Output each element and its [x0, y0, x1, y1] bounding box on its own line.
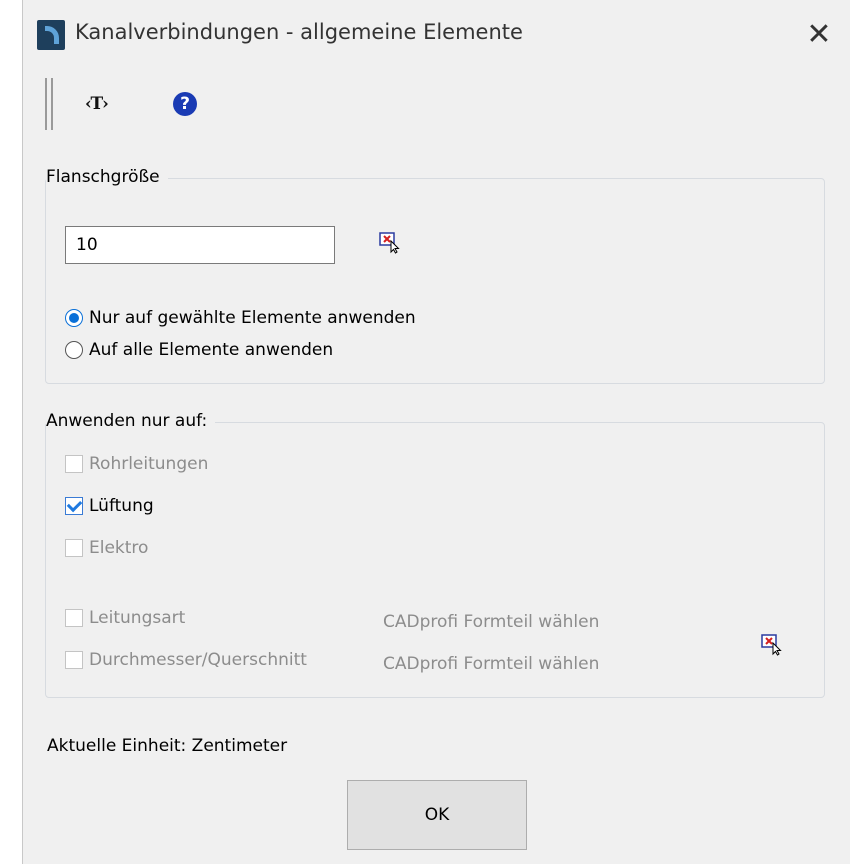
- checkbox-label: Elektro: [89, 538, 149, 558]
- flange-size-legend: Flanschgröße: [46, 167, 168, 187]
- pick-element-icon[interactable]: [761, 632, 783, 656]
- close-button[interactable]: ✕: [801, 16, 837, 52]
- window-title: Kanalverbindungen - allgemeine Elemente: [75, 20, 523, 44]
- checkbox-lueftung[interactable]: Lüftung: [65, 496, 154, 516]
- dialog-window: Kanalverbindungen - allgemeine Elemente …: [22, 0, 850, 864]
- pick-element-icon[interactable]: [379, 230, 401, 254]
- durchmesser-value: CADprofi Formteil wählen: [383, 654, 600, 674]
- flange-size-input[interactable]: [65, 226, 335, 264]
- checkbox[interactable]: [65, 455, 83, 473]
- leitungsart-value: CADprofi Formteil wählen: [383, 612, 600, 632]
- ok-button[interactable]: OK: [347, 780, 527, 850]
- checkbox[interactable]: [65, 539, 83, 557]
- apply-only-legend: Anwenden nur auf:: [46, 411, 216, 431]
- radio-selected-only[interactable]: Nur auf gewählte Elemente anwenden: [65, 308, 416, 328]
- checkbox[interactable]: [65, 651, 83, 669]
- checkbox-label: Rohrleitungen: [89, 454, 209, 474]
- checkbox-durchmesser[interactable]: Durchmesser/Querschnitt: [65, 650, 307, 670]
- radio-label: Nur auf gewählte Elemente anwenden: [89, 308, 416, 328]
- current-unit-label: Aktuelle Einheit: Zentimeter: [47, 736, 288, 756]
- radio-button[interactable]: [65, 309, 83, 327]
- checkbox-label: Durchmesser/Querschnitt: [89, 650, 307, 670]
- checkbox-leitungsart[interactable]: Leitungsart: [65, 608, 185, 628]
- radio-button[interactable]: [65, 341, 83, 359]
- help-icon[interactable]: ?: [173, 92, 197, 116]
- text-tool-button[interactable]: ‹T›: [85, 94, 109, 114]
- checkbox[interactable]: [65, 497, 83, 515]
- close-icon: ✕: [806, 16, 832, 52]
- toolbar-grip[interactable]: [45, 78, 53, 130]
- radio-label: Auf alle Elemente anwenden: [89, 340, 334, 360]
- checkbox[interactable]: [65, 609, 83, 627]
- checkbox-label: Lüftung: [89, 496, 154, 516]
- title-bar[interactable]: Kanalverbindungen - allgemeine Elemente …: [23, 0, 850, 64]
- radio-all-elements[interactable]: Auf alle Elemente anwenden: [65, 340, 333, 360]
- checkbox-elektro[interactable]: Elektro: [65, 538, 148, 558]
- checkbox-label: Leitungsart: [89, 608, 186, 628]
- cadprofi-logo-icon: [37, 20, 65, 50]
- checkbox-rohrleitungen[interactable]: Rohrleitungen: [65, 454, 208, 474]
